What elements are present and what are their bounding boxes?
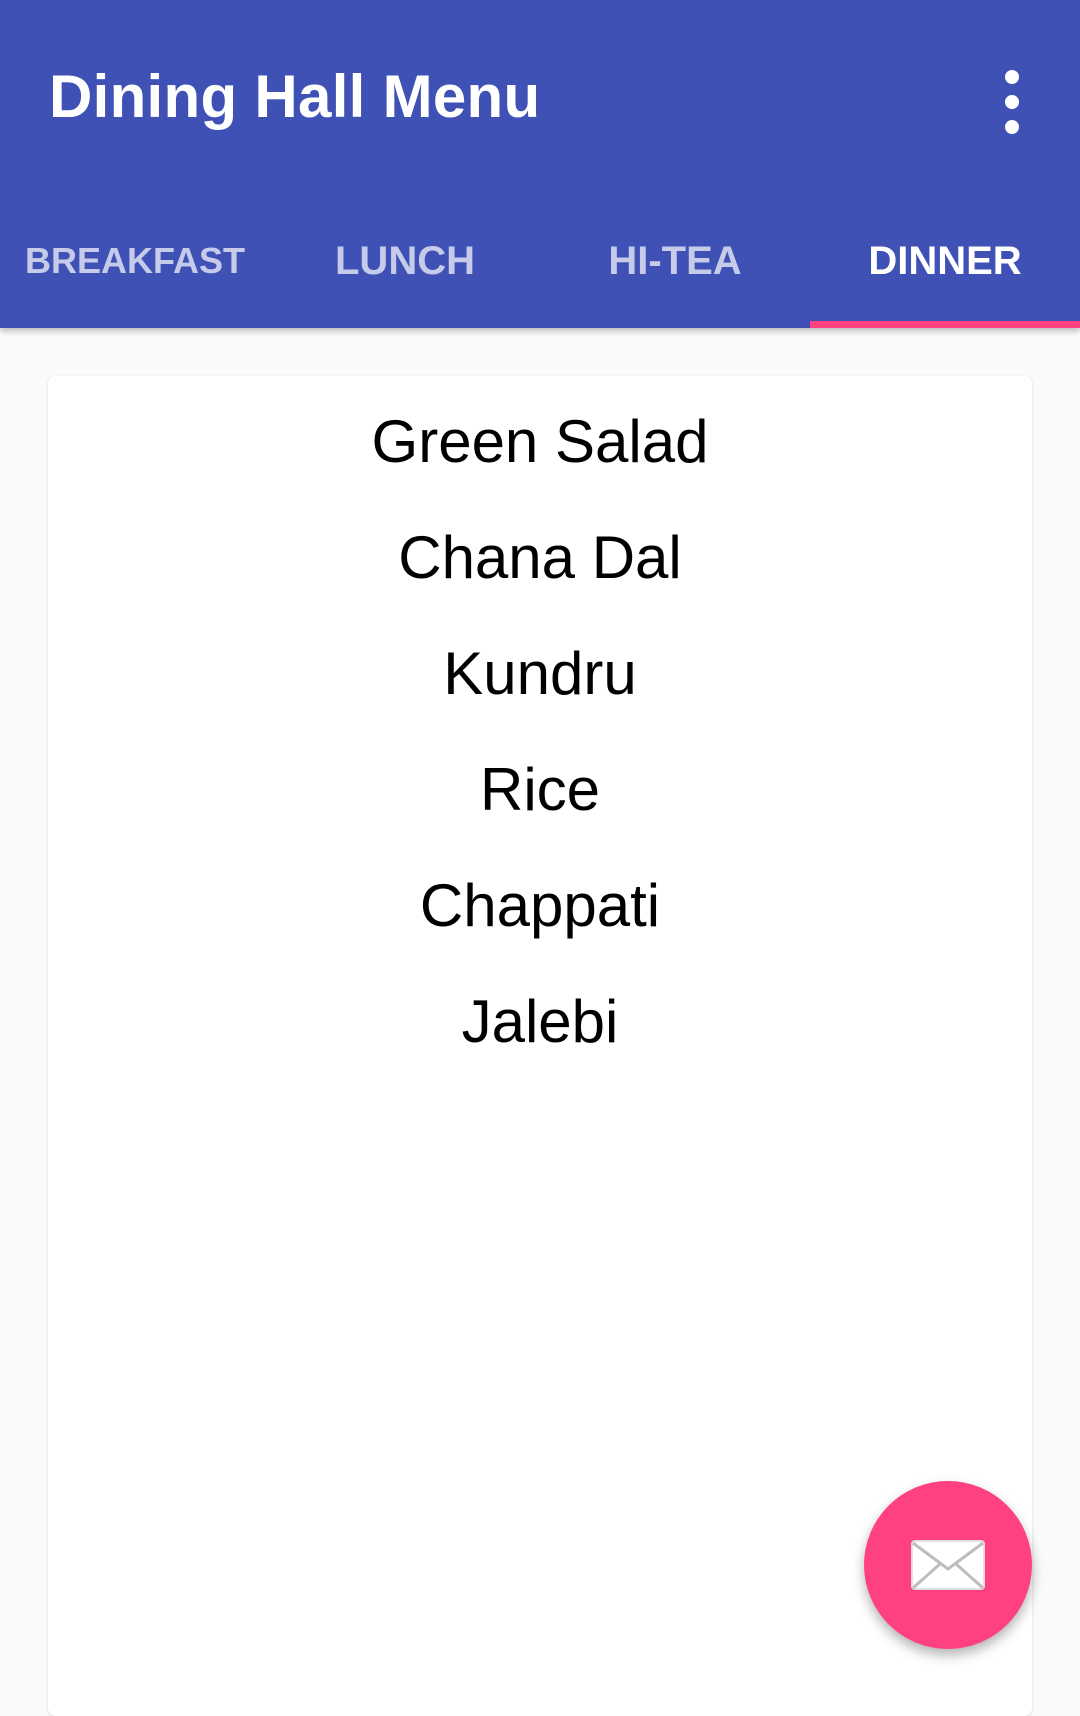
tab-hi-tea[interactable]: HI-TEA (540, 200, 810, 328)
tab-label: BREAKFAST (24, 240, 245, 281)
menu-item: Jalebi (461, 988, 619, 1055)
app-title: Dining Hall Menu (49, 63, 541, 130)
more-vert-icon (1005, 70, 1019, 84)
menu-item: Chana Dal (398, 524, 682, 591)
email-icon (911, 1540, 985, 1590)
tab-label: HI-TEA (608, 238, 742, 283)
menu-item: Chappati (419, 872, 661, 939)
meal-tabs: BREAKFAST LUNCH HI-TEA DINNER (0, 200, 1080, 328)
menu-list: Green Salad Chana Dal Kundru Rice Chappa… (48, 376, 1032, 1080)
tab-breakfast[interactable]: BREAKFAST (0, 200, 270, 328)
menu-item: Rice (479, 756, 601, 823)
tab-dinner[interactable]: DINNER (810, 200, 1080, 328)
tab-lunch[interactable]: LUNCH (270, 200, 540, 328)
tab-label: DINNER (868, 238, 1022, 283)
email-fab-button[interactable] (864, 1481, 1032, 1649)
tab-label: LUNCH (335, 238, 475, 283)
menu-item: Kundru (443, 640, 637, 707)
app-bar: Dining Hall Menu BREAKFAST LUNCH HI-TEA … (0, 0, 1080, 328)
more-options-button[interactable] (990, 70, 1034, 134)
menu-item: Green Salad (371, 408, 709, 475)
tab-selected-indicator (810, 321, 1080, 328)
